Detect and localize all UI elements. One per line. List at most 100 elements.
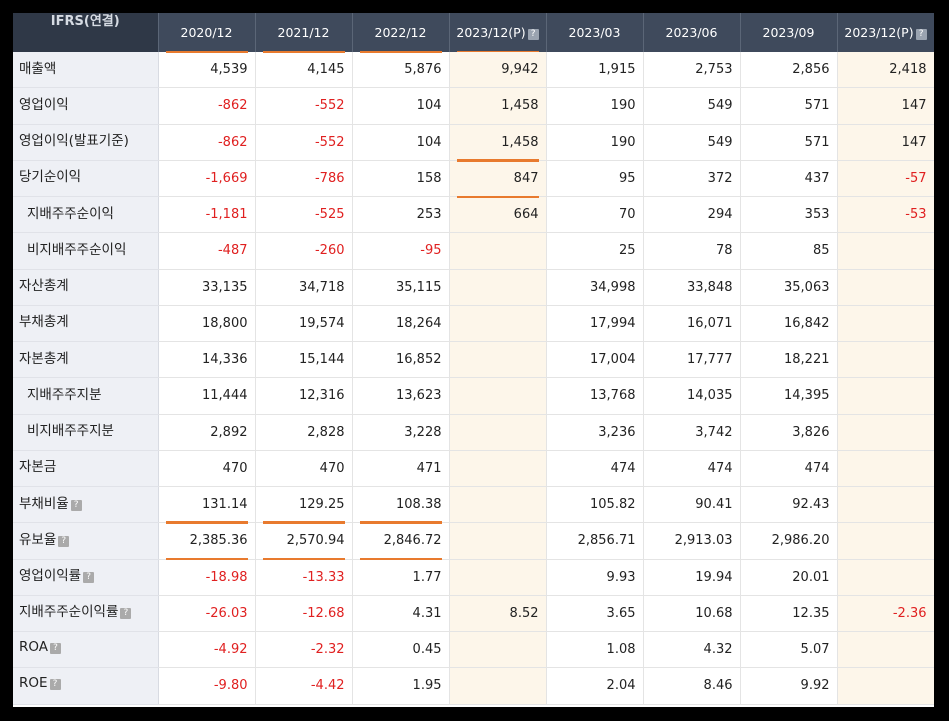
- table-cell: [449, 269, 547, 306]
- column-header: 2021/12: [255, 13, 353, 53]
- corner-header: IFRS(연결): [13, 13, 159, 52]
- row-label: 지배주주지분: [13, 377, 159, 415]
- table-cell: 2,986.20: [740, 522, 838, 560]
- table-cell: 18,221: [740, 341, 838, 379]
- table-cell: 158: [352, 160, 450, 198]
- table-cell: [837, 377, 934, 415]
- table-cell: 571: [740, 87, 838, 125]
- table-cell: 35,063: [740, 269, 838, 306]
- table-row: ROA? -4.92 -2.32 0.45 1.08 4.32 5.07: [13, 631, 934, 669]
- row-label: 유보율?: [13, 522, 159, 560]
- table-cell: 3.65: [546, 595, 644, 633]
- table-cell: 9,942: [449, 52, 547, 89]
- table-cell: 549: [643, 87, 741, 125]
- table-row: 지배주주순이익 -1,181 -525 253 664 70 294 353 -53: [13, 195, 934, 234]
- table-cell: 108.38: [352, 486, 450, 524]
- table-cell: -525: [255, 196, 353, 234]
- row-label-text: 자본금: [19, 459, 57, 476]
- row-label-text: 지배주주순이익: [27, 205, 114, 222]
- table-cell: 847: [449, 159, 547, 198]
- table-cell: -2.32: [255, 631, 353, 669]
- table-cell: 16,852: [352, 341, 450, 379]
- table-cell: -18.98: [158, 559, 256, 596]
- table-row: 부채비율? 131.14 129.25 108.38 105.82 90.41 92.43: [13, 486, 934, 524]
- table-cell: -552: [255, 124, 353, 161]
- table-cell: 2.04: [546, 667, 644, 705]
- table-cell: 2,753: [643, 52, 741, 89]
- table-cell: 12,316: [255, 377, 353, 415]
- table-cell: [837, 486, 934, 524]
- row-label-text: 영업이익: [19, 96, 69, 113]
- question-mark-icon[interactable]: ?: [915, 29, 927, 40]
- table-cell: 470: [158, 450, 256, 488]
- question-mark-icon[interactable]: ?: [49, 678, 61, 690]
- financial-table: IFRS(연결) 2020/12 2021/12 2022/12 2023/12…: [13, 13, 934, 705]
- row-label-text: 영업이익(발표기준): [19, 133, 129, 150]
- table-cell: 5.07: [740, 631, 838, 669]
- table-cell: -552: [255, 87, 353, 125]
- row-label-text: ROA: [19, 638, 49, 655]
- table-cell: 2,418: [837, 52, 934, 89]
- table-cell: 1.77: [352, 559, 450, 596]
- row-label-text: ROE: [19, 674, 48, 691]
- table-cell: -13.33: [255, 559, 353, 596]
- table-row: 부채총계 18,800 19,574 18,264 17,994 16,071 16,842: [13, 305, 934, 343]
- table-cell: 10.68: [643, 595, 741, 633]
- table-cell: [449, 305, 547, 343]
- row-label-text: 부채총계: [19, 314, 69, 331]
- table-cell: [837, 414, 934, 451]
- table-cell: 34,998: [546, 269, 644, 306]
- table-cell: -487: [158, 232, 256, 270]
- table-cell: 78: [643, 232, 741, 270]
- table-row: 유보율? 2,385.36 2,570.94 2,846.72 2,856.71 2,91…: [13, 521, 934, 560]
- table-cell: 2,913.03: [643, 522, 741, 560]
- row-label-text: 자산총계: [19, 278, 69, 295]
- table-cell: 4,145: [255, 52, 353, 89]
- table-cell: 474: [643, 450, 741, 488]
- table-cell: 2,856.71: [546, 522, 644, 560]
- row-label-text: 비지배주주지분: [27, 423, 114, 440]
- table-cell: 15,144: [255, 341, 353, 379]
- table-cell: 2,846.72: [352, 521, 450, 560]
- table-cell: 70: [546, 196, 644, 234]
- table-row: 지배주주순이익률? -26.03 -12.68 4.31 8.52 3.65 10.68 12…: [13, 595, 934, 633]
- row-label: 당기순이익: [13, 160, 159, 198]
- table-cell: -4.42: [255, 667, 353, 705]
- question-mark-icon[interactable]: ?: [83, 572, 95, 584]
- table-cell: -4.92: [158, 631, 256, 669]
- question-mark-icon[interactable]: ?: [70, 499, 82, 511]
- question-mark-icon[interactable]: ?: [58, 535, 70, 547]
- table-cell: [449, 377, 547, 415]
- table-cell: 19,574: [255, 305, 353, 343]
- table-cell: -9.80: [158, 667, 256, 705]
- table-cell: 3,826: [740, 414, 838, 451]
- table-row: 비지배주주지분 2,892 2,828 3,228 3,236 3,742 3,826: [13, 414, 934, 451]
- question-mark-icon[interactable]: ?: [120, 608, 132, 620]
- row-label: 자본금: [13, 450, 159, 488]
- table-cell: 33,135: [158, 269, 256, 306]
- table-cell: 147: [837, 87, 934, 125]
- row-label-text: 자본총계: [19, 350, 69, 367]
- table-cell: 2,828: [255, 414, 353, 451]
- table-cell: -1,181: [158, 196, 256, 234]
- table-cell: -53: [837, 196, 934, 234]
- table-cell: 4,539: [158, 52, 256, 89]
- table-cell: 2,570.94: [255, 521, 353, 560]
- table-row: 자본금 470 470 471 474 474 474: [13, 450, 934, 488]
- table-cell: 19.94: [643, 559, 741, 596]
- row-label: 자본총계: [13, 341, 159, 379]
- table-row: 비지배주주순이익 -487 -260 -95 25 78 85: [13, 232, 934, 270]
- table-cell: [837, 269, 934, 306]
- table-cell: 95: [546, 160, 644, 198]
- table-cell: [449, 341, 547, 379]
- table-row: 영업이익률? -18.98 -13.33 1.77 9.93 19.94 20.01: [13, 559, 934, 596]
- question-mark-icon[interactable]: ?: [527, 29, 539, 40]
- table-cell: 25: [546, 232, 644, 270]
- question-mark-icon[interactable]: ?: [50, 642, 62, 654]
- row-label: 부채총계: [13, 305, 159, 343]
- table-cell: 14,035: [643, 377, 741, 415]
- table-cell: -786: [255, 160, 353, 198]
- table-cell: [837, 232, 934, 270]
- table-cell: -862: [158, 124, 256, 161]
- table-cell: 85: [740, 232, 838, 270]
